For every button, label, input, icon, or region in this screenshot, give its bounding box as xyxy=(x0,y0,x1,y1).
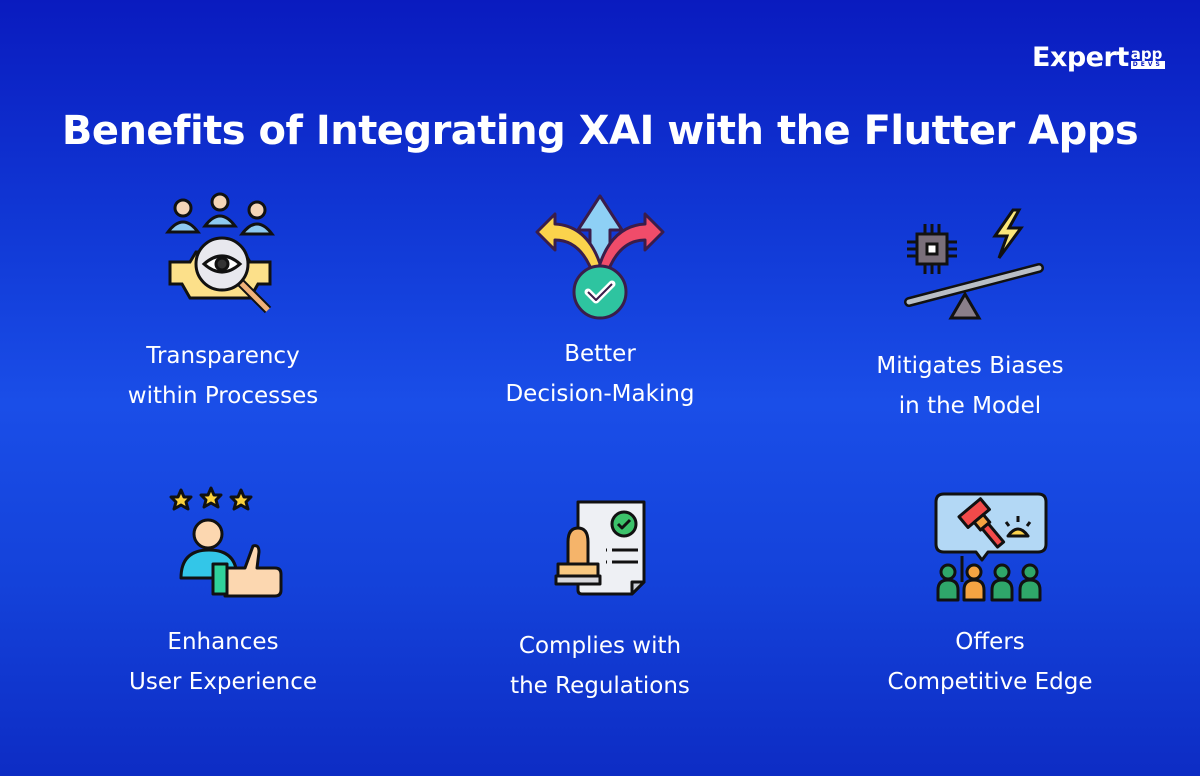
label-line: in the Model xyxy=(898,393,1042,419)
transparency-icon xyxy=(164,192,276,314)
brand-name: Expert xyxy=(1032,42,1129,73)
benefit-competitive-edge: Offers Competitive Edge xyxy=(810,490,1170,702)
brand-sup: app xyxy=(1130,45,1163,63)
label-line: Complies with xyxy=(518,633,682,659)
label-line: Mitigates Biases xyxy=(876,353,1064,379)
benefit-label: Better Decision-Making xyxy=(420,334,780,414)
brand-sub: DEVS xyxy=(1130,61,1165,69)
label-line: Transparency xyxy=(146,343,300,369)
label-line: Enhances xyxy=(167,629,279,655)
brand-logo: Expert app DEVS xyxy=(1032,44,1165,72)
benefit-label: Mitigates Biases in the Model xyxy=(790,346,1150,426)
competitive-edge-icon xyxy=(934,492,1048,602)
label-line: Offers xyxy=(955,629,1025,655)
benefit-user-experience: Enhances User Experience xyxy=(43,484,403,702)
bias-balance-icon xyxy=(904,208,1044,320)
label-line: Competitive Edge xyxy=(887,669,1093,695)
regulations-icon xyxy=(554,500,646,596)
benefit-label: Offers Competitive Edge xyxy=(810,622,1170,702)
label-line: User Experience xyxy=(129,669,317,695)
decision-making-icon xyxy=(535,194,665,320)
benefit-transparency: Transparency within Processes xyxy=(43,192,403,416)
page-title: Benefits of Integrating XAI with the Flu… xyxy=(61,108,1139,154)
benefit-label: Transparency within Processes xyxy=(43,336,403,416)
benefit-mitigates-biases: Mitigates Biases in the Model xyxy=(790,206,1150,426)
label-line: the Regulations xyxy=(510,673,690,699)
benefit-label: Complies with the Regulations xyxy=(420,626,780,706)
label-line: within Processes xyxy=(127,383,319,409)
benefit-regulations: Complies with the Regulations xyxy=(420,498,780,706)
label-line: Better xyxy=(564,341,636,367)
benefit-label: Enhances User Experience xyxy=(43,622,403,702)
user-experience-icon xyxy=(169,486,283,598)
infographic: Expert app DEVS Benefits of Integrating … xyxy=(0,0,1200,776)
label-line: Decision-Making xyxy=(505,381,695,407)
benefit-decision-making: Better Decision-Making xyxy=(420,190,780,414)
